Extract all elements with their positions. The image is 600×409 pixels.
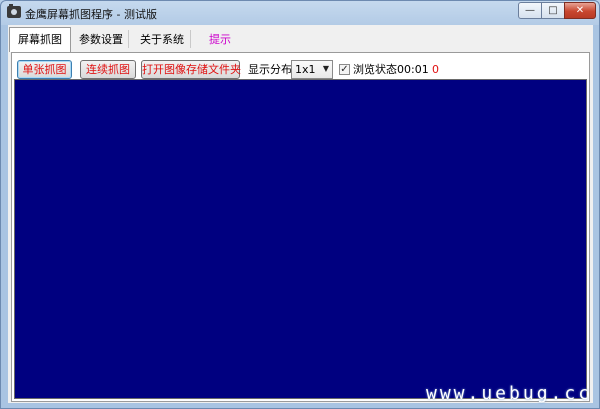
browse-status-label: 浏览状态: [353, 63, 397, 76]
maximize-button[interactable]: □: [541, 2, 565, 19]
display-layout-value: 1x1: [295, 63, 316, 76]
tab-separator: [190, 30, 191, 48]
app-camera-icon: [7, 4, 21, 18]
checkmark-icon: ✓: [340, 64, 349, 75]
capture-count: 0: [432, 63, 439, 76]
maximize-icon: □: [548, 5, 558, 16]
tab-hint[interactable]: 提示: [201, 29, 239, 51]
close-button[interactable]: ✕: [564, 2, 596, 19]
display-layout-select[interactable]: 1x1 ▼: [291, 60, 333, 79]
window-title: 金鹰屏幕抓图程序 - 测试版: [25, 8, 157, 21]
tab-settings[interactable]: 参数设置: [71, 29, 131, 51]
app-window: 金鹰屏幕抓图程序 - 测试版 — □ ✕ 屏幕抓图 参数设置 关于系统 提示 单…: [0, 0, 600, 409]
watermark-text: www.uebug.cc: [426, 383, 593, 404]
tab-screen-capture[interactable]: 屏幕抓图: [9, 27, 71, 52]
preview-area[interactable]: [14, 79, 587, 399]
continuous-capture-button[interactable]: 连续抓图: [80, 60, 136, 79]
close-icon: ✕: [575, 5, 585, 16]
tab-about[interactable]: 关于系统: [132, 29, 192, 51]
minimize-icon: —: [525, 5, 535, 16]
tab-separator: [128, 30, 129, 48]
open-folder-button[interactable]: 打开图像存储文件夹: [141, 60, 241, 79]
tab-strip: 屏幕抓图 参数设置 关于系统 提示: [8, 25, 593, 53]
display-layout-label: 显示分布: [248, 63, 292, 76]
minimize-button[interactable]: —: [518, 2, 542, 19]
chevron-down-icon: ▼: [322, 64, 329, 73]
browse-checkbox[interactable]: ✓: [339, 64, 350, 75]
client-area: 屏幕抓图 参数设置 关于系统 提示 单张抓图 连续抓图 打开图像存储文件夹 显示…: [8, 25, 593, 403]
title-bar[interactable]: 金鹰屏幕抓图程序 - 测试版 — □ ✕: [1, 1, 599, 25]
timer-display: 00:01: [397, 63, 429, 76]
capture-panel: 单张抓图 连续抓图 打开图像存储文件夹 显示分布 1x1 ▼ ✓ 浏览状态 00…: [11, 52, 590, 402]
single-capture-button[interactable]: 单张抓图: [17, 60, 72, 79]
